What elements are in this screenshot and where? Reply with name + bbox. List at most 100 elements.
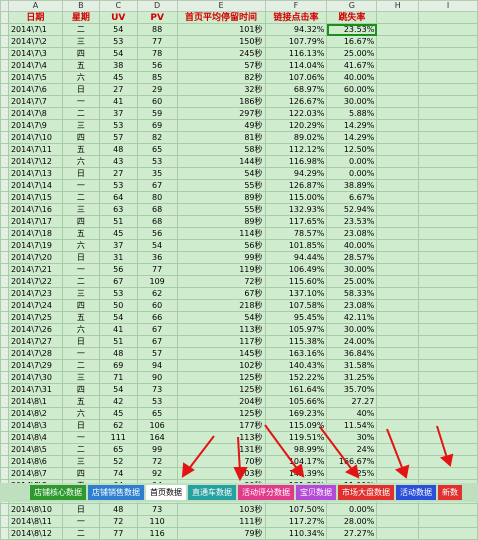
table-cell[interactable]: 117.65% — [264, 215, 328, 228]
table-cell[interactable]: 53 — [136, 155, 178, 168]
table-cell[interactable]: 53 — [98, 119, 138, 132]
column-header[interactable]: G — [326, 0, 378, 12]
table-cell[interactable]: 27 — [98, 83, 138, 96]
row-header[interactable] — [0, 251, 9, 264]
table-cell[interactable]: 2014\7\12 — [7, 155, 63, 168]
table-cell[interactable] — [376, 335, 420, 348]
row-header[interactable] — [0, 383, 9, 396]
table-cell[interactable]: 57秒 — [176, 59, 266, 72]
table-cell[interactable] — [376, 395, 420, 408]
table-cell[interactable]: 5.88% — [326, 107, 378, 120]
table-cell[interactable] — [376, 323, 420, 336]
column-header[interactable]: D — [136, 0, 178, 12]
table-cell[interactable]: 57 — [98, 131, 138, 144]
table-cell[interactable]: 105.66% — [264, 395, 328, 408]
table-cell[interactable]: 62 — [136, 287, 178, 300]
table-cell[interactable]: 2014\7\10 — [7, 131, 63, 144]
table-cell[interactable] — [376, 107, 420, 120]
table-cell[interactable] — [418, 59, 478, 72]
table-cell[interactable] — [418, 179, 478, 192]
table-cell[interactable]: 77 — [136, 263, 178, 276]
row-header[interactable] — [0, 179, 9, 192]
table-cell[interactable]: 82秒 — [176, 71, 266, 84]
table-cell[interactable]: 41 — [98, 95, 138, 108]
table-cell[interactable]: 2014\7\4 — [7, 59, 63, 72]
table-cell[interactable]: 2014\7\31 — [7, 383, 63, 396]
table-cell[interactable]: 16.67% — [326, 35, 378, 48]
table-cell[interactable] — [418, 119, 478, 132]
table-cell[interactable]: 43 — [98, 155, 138, 168]
table-cell[interactable]: 48 — [98, 503, 138, 516]
row-header[interactable] — [0, 455, 9, 468]
table-cell[interactable]: 56 — [98, 263, 138, 276]
row-header[interactable] — [0, 71, 9, 84]
table-cell[interactable]: 2014\8\5 — [7, 443, 63, 456]
sheet-tab[interactable]: 店铺核心数据 — [30, 485, 86, 500]
table-cell[interactable] — [376, 503, 420, 516]
table-cell[interactable]: 2014\7\1 — [7, 23, 63, 36]
table-cell[interactable] — [376, 467, 420, 480]
table-cell[interactable] — [376, 299, 420, 312]
table-cell[interactable] — [418, 287, 478, 300]
table-cell[interactable] — [418, 455, 478, 468]
sheet-tab[interactable]: 店铺销售数据 — [88, 485, 144, 500]
table-cell[interactable]: 四 — [61, 131, 100, 144]
table-cell[interactable]: 60.00% — [326, 83, 378, 96]
table-cell[interactable]: 2014\7\18 — [7, 227, 63, 240]
table-cell[interactable]: 四 — [61, 467, 100, 480]
column-header[interactable]: I — [418, 0, 478, 12]
table-cell[interactable] — [376, 431, 420, 444]
table-cell[interactable] — [376, 419, 420, 432]
sheet-tab[interactable]: 活动数据 — [396, 485, 436, 500]
table-cell[interactable]: 94.44% — [264, 251, 328, 264]
table-cell[interactable]: 六 — [61, 155, 100, 168]
table-cell[interactable]: 54秒 — [176, 311, 266, 324]
table-cell[interactable] — [418, 215, 478, 228]
table-cell[interactable]: 40.00% — [326, 71, 378, 84]
table-cell[interactable]: 82 — [136, 131, 178, 144]
table-cell[interactable]: 2014\8\10 — [7, 503, 63, 516]
table-cell[interactable]: 125秒 — [176, 371, 266, 384]
table-cell[interactable]: 64 — [98, 191, 138, 204]
table-cell[interactable] — [418, 131, 478, 144]
table-cell[interactable]: 40% — [326, 407, 378, 420]
table-cell[interactable] — [418, 443, 478, 456]
row-header[interactable] — [0, 515, 9, 528]
table-cell[interactable] — [418, 263, 478, 276]
table-cell[interactable]: 152.22% — [264, 371, 328, 384]
table-cell[interactable] — [418, 107, 478, 120]
table-cell[interactable]: 73 — [136, 503, 178, 516]
table-cell[interactable]: 56 — [136, 227, 178, 240]
table-cell[interactable]: 111 — [98, 431, 138, 444]
table-cell[interactable]: 102秒 — [176, 359, 266, 372]
table-cell[interactable] — [376, 191, 420, 204]
table-cell[interactable]: 164 — [136, 431, 178, 444]
row-header[interactable] — [0, 47, 9, 60]
table-cell[interactable]: 77 — [136, 35, 178, 48]
table-cell[interactable]: 53 — [98, 179, 138, 192]
table-cell[interactable]: 2014\7\26 — [7, 323, 63, 336]
table-cell[interactable] — [376, 527, 420, 540]
table-cell[interactable]: 67 — [136, 179, 178, 192]
table-cell[interactable]: 105.97% — [264, 323, 328, 336]
table-cell[interactable]: 六 — [61, 407, 100, 420]
row-header[interactable] — [0, 467, 9, 480]
table-cell[interactable]: 67 — [98, 275, 138, 288]
table-cell[interactable]: 2014\7\16 — [7, 203, 63, 216]
table-cell[interactable]: 三 — [61, 371, 100, 384]
table-cell[interactable]: 67 — [136, 335, 178, 348]
row-header[interactable] — [0, 323, 9, 336]
table-cell[interactable]: 115.00% — [264, 191, 328, 204]
table-cell[interactable] — [418, 371, 478, 384]
table-cell[interactable] — [418, 23, 478, 36]
column-header[interactable]: H — [376, 0, 420, 12]
row-header[interactable] — [0, 311, 9, 324]
table-cell[interactable]: 0.00% — [326, 503, 378, 516]
table-cell[interactable]: 204秒 — [176, 395, 266, 408]
table-cell[interactable]: 62 — [98, 419, 138, 432]
row-header[interactable] — [0, 191, 9, 204]
table-cell[interactable] — [418, 383, 478, 396]
table-cell[interactable]: 37 — [98, 107, 138, 120]
table-cell[interactable] — [376, 95, 420, 108]
table-cell[interactable]: 27.27% — [326, 527, 378, 540]
